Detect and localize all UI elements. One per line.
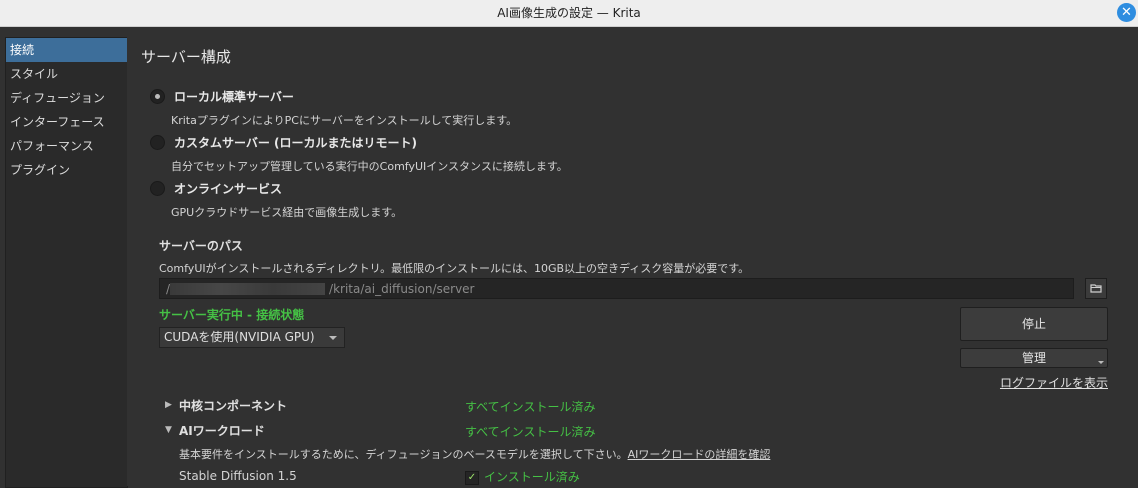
option-description: GPUクラウドサービス経由で画像生成します。 bbox=[171, 206, 403, 219]
backend-select-value: CUDAを使用(NVIDIA GPU) bbox=[164, 330, 315, 344]
close-icon[interactable]: ✕ bbox=[1117, 3, 1136, 22]
option-custom-server[interactable]: カスタムサーバー (ローカルまたはリモート) bbox=[150, 134, 417, 151]
ai-workload-description: 基本要件をインストールするために、ディフュージョンのベースモデルを選択して下さい… bbox=[179, 446, 770, 462]
chevron-down-icon bbox=[329, 336, 337, 340]
sd15-label: Stable Diffusion 1.5 bbox=[179, 469, 297, 483]
backend-select[interactable]: CUDAを使用(NVIDIA GPU) bbox=[159, 327, 345, 348]
sidebar-item-plugin[interactable]: プラグイン bbox=[6, 158, 127, 182]
sd15-status: インストール済み bbox=[484, 470, 580, 484]
core-components-status: すべてインストール済み bbox=[465, 400, 596, 414]
window-title: AI画像生成の設定 — Krita bbox=[497, 6, 641, 20]
manage-button-label: 管理 bbox=[1021, 351, 1046, 365]
option-label: ローカル標準サーバー bbox=[174, 90, 294, 104]
settings-sidebar: 接続 スタイル ディフュージョン インターフェース パフォーマンス プラグイン bbox=[5, 37, 128, 488]
sidebar-item-connection[interactable]: 接続 bbox=[6, 38, 127, 62]
ai-workload-label[interactable]: AIワークロード bbox=[179, 422, 265, 439]
option-label: カスタムサーバー (ローカルまたはリモート) bbox=[174, 136, 418, 150]
sidebar-item-diffusion[interactable]: ディフュージョン bbox=[6, 86, 127, 110]
dropdown-arrow-icon bbox=[1098, 361, 1104, 364]
workload-details-link[interactable]: AIワークロードの詳細を確認 bbox=[628, 448, 771, 461]
core-components-label[interactable]: 中核コンポーネント bbox=[179, 397, 287, 414]
page-title: サーバー構成 bbox=[141, 48, 231, 66]
option-label: オンラインサービス bbox=[174, 182, 283, 196]
path-suffix: /krita/ai_diffusion/server bbox=[329, 282, 475, 296]
folder-icon bbox=[1090, 284, 1102, 293]
option-description: KritaプラグインによりPCにサーバーをインストールして実行します。 bbox=[171, 114, 518, 127]
redacted-path bbox=[170, 283, 326, 295]
sidebar-item-style[interactable]: スタイル bbox=[6, 62, 127, 86]
ai-workload-status: すべてインストール済み bbox=[465, 425, 596, 439]
option-online-service[interactable]: オンラインサービス bbox=[150, 180, 282, 197]
option-local-server[interactable]: ローカル標準サーバー bbox=[150, 88, 294, 105]
browse-folder-button[interactable] bbox=[1085, 278, 1107, 299]
window-titlebar: AI画像生成の設定 — Krita ✕ bbox=[0, 0, 1138, 27]
manage-button[interactable]: 管理 bbox=[960, 348, 1108, 368]
stop-button[interactable]: 停止 bbox=[960, 307, 1108, 341]
checkbox-checked-icon[interactable]: ✓ bbox=[465, 470, 479, 485]
main-panel: サーバー構成 ローカル標準サーバー KritaプラグインによりPCにサーバーをイ… bbox=[127, 27, 1138, 486]
server-status: サーバー実行中 - 接続状態 bbox=[159, 308, 305, 322]
sidebar-item-performance[interactable]: パフォーマンス bbox=[6, 134, 127, 158]
radio-unchecked-icon[interactable] bbox=[150, 181, 165, 196]
server-path-label: サーバーのパス bbox=[159, 239, 243, 253]
expand-down-icon[interactable]: ▼ bbox=[165, 425, 172, 435]
sidebar-item-interface[interactable]: インターフェース bbox=[6, 110, 127, 134]
option-description: 自分でセットアップ管理している実行中のComfyUIインスタンスに接続します。 bbox=[171, 160, 568, 173]
server-path-input[interactable]: / /krita/ai_diffusion/server bbox=[159, 278, 1074, 299]
expand-right-icon[interactable]: ▶ bbox=[165, 400, 172, 410]
server-path-description: ComfyUIがインストールされるディレクトリ。最低限のインストールには、10G… bbox=[159, 262, 750, 275]
show-log-link[interactable]: ログファイルを表示 bbox=[1000, 374, 1108, 391]
radio-checked-icon[interactable] bbox=[150, 89, 165, 104]
sd15-status-row[interactable]: ✓ インストール済み bbox=[465, 468, 580, 485]
radio-unchecked-icon[interactable] bbox=[150, 135, 165, 150]
workload-description-text: 基本要件をインストールするために、ディフュージョンのベースモデルを選択して下さい… bbox=[179, 448, 628, 461]
